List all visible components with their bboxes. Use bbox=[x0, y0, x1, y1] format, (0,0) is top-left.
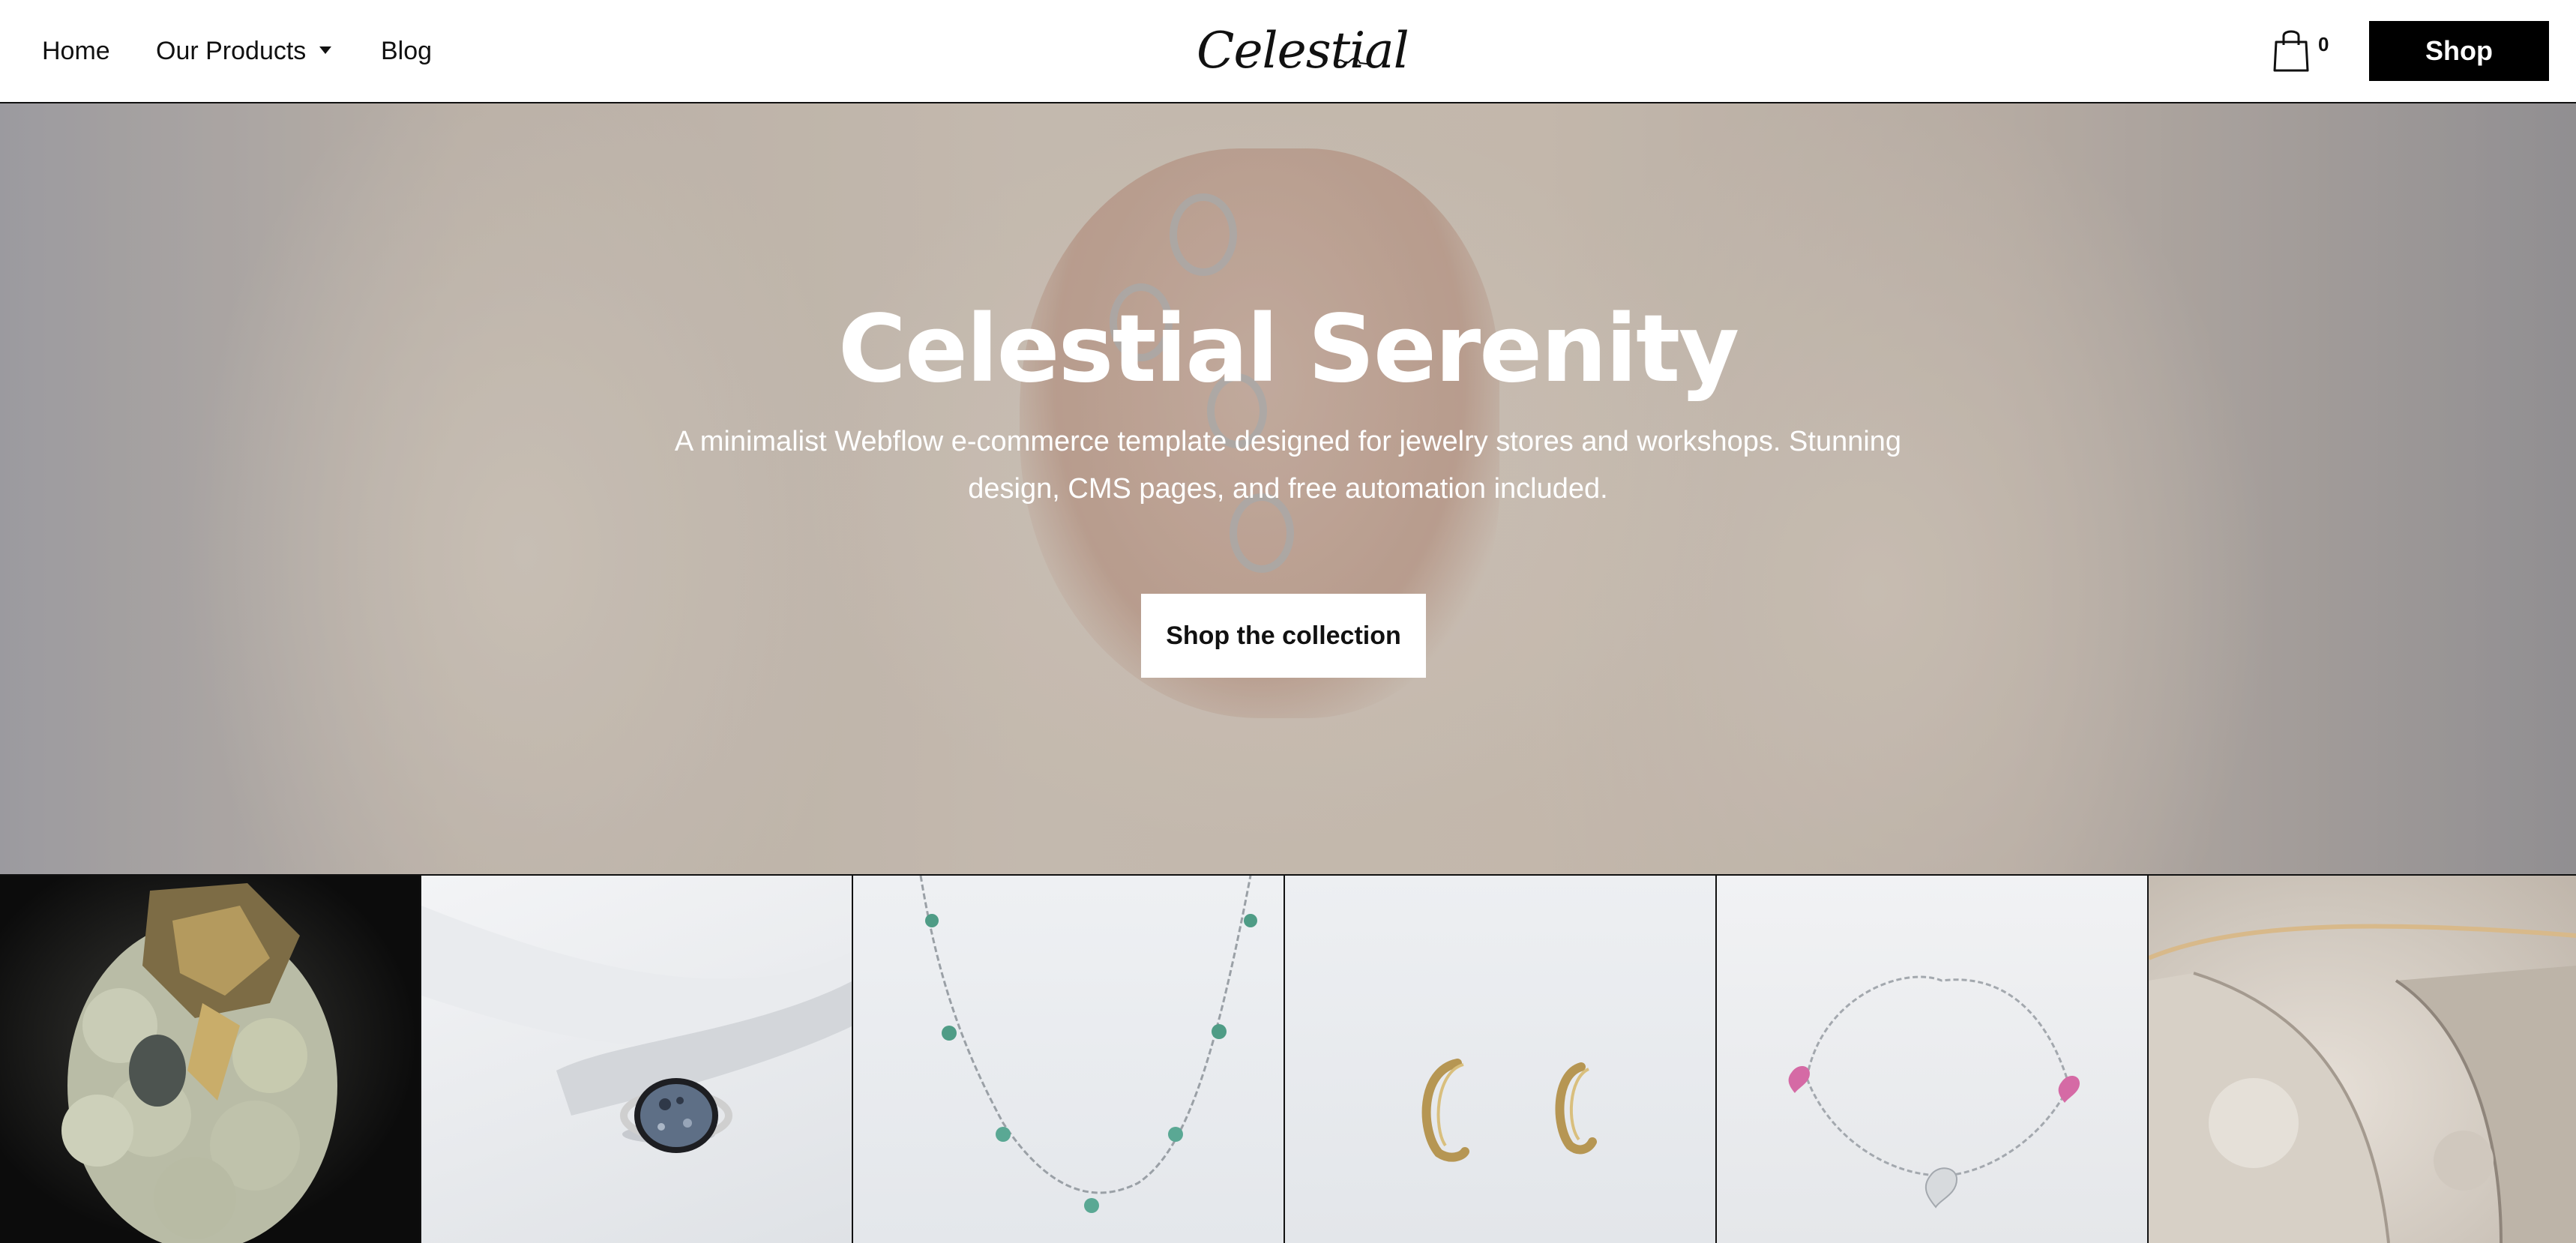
hero-title: Celestial Serenity bbox=[837, 295, 1739, 403]
product-gallery bbox=[0, 874, 2576, 1243]
product-tile-agate[interactable] bbox=[2149, 876, 2576, 1243]
product-tile-bracelet[interactable] bbox=[1717, 876, 2149, 1243]
cart-button[interactable] bbox=[2272, 27, 2324, 76]
shopping-bag-icon bbox=[2273, 30, 2309, 72]
product-tile-pyrite[interactable] bbox=[0, 876, 421, 1243]
nav-products-label: Our Products bbox=[156, 37, 307, 65]
shop-button[interactable]: Shop bbox=[2369, 21, 2549, 81]
caret-down-icon bbox=[319, 46, 332, 55]
gem-necklace-image bbox=[919, 876, 1257, 1213]
stone-ring-image bbox=[421, 906, 852, 1153]
pyrite-crystal-image bbox=[61, 883, 337, 1243]
gold-earrings-image bbox=[1421, 1059, 1597, 1162]
product-tile-earrings[interactable] bbox=[1285, 876, 1717, 1243]
hero-banner: Celestial Serenity A minimalist Webflow … bbox=[0, 103, 2576, 874]
product-tile-necklace[interactable] bbox=[853, 876, 1285, 1243]
logo-text: Celestial bbox=[1197, 22, 1409, 79]
heart-bracelet-image bbox=[1788, 975, 2080, 1209]
nav-blog-link[interactable]: Blog bbox=[381, 33, 432, 69]
cart-count-badge: 0 bbox=[2318, 33, 2329, 55]
nav-home-link[interactable]: Home bbox=[42, 33, 110, 69]
nav-products-dropdown[interactable]: Our Products bbox=[156, 33, 332, 69]
top-navigation: Home Our Products Blog Celestial 0 Shop bbox=[0, 0, 2576, 103]
shop-collection-button[interactable]: Shop the collection bbox=[1141, 594, 1426, 678]
logo-flourish bbox=[1337, 57, 1372, 65]
hero-subtitle: A minimalist Webflow e-commerce template… bbox=[674, 426, 1902, 505]
product-tile-ring[interactable] bbox=[421, 876, 853, 1243]
agate-slice-image bbox=[2149, 924, 2576, 1243]
brand-logo[interactable]: Celestial bbox=[1197, 21, 1409, 81]
